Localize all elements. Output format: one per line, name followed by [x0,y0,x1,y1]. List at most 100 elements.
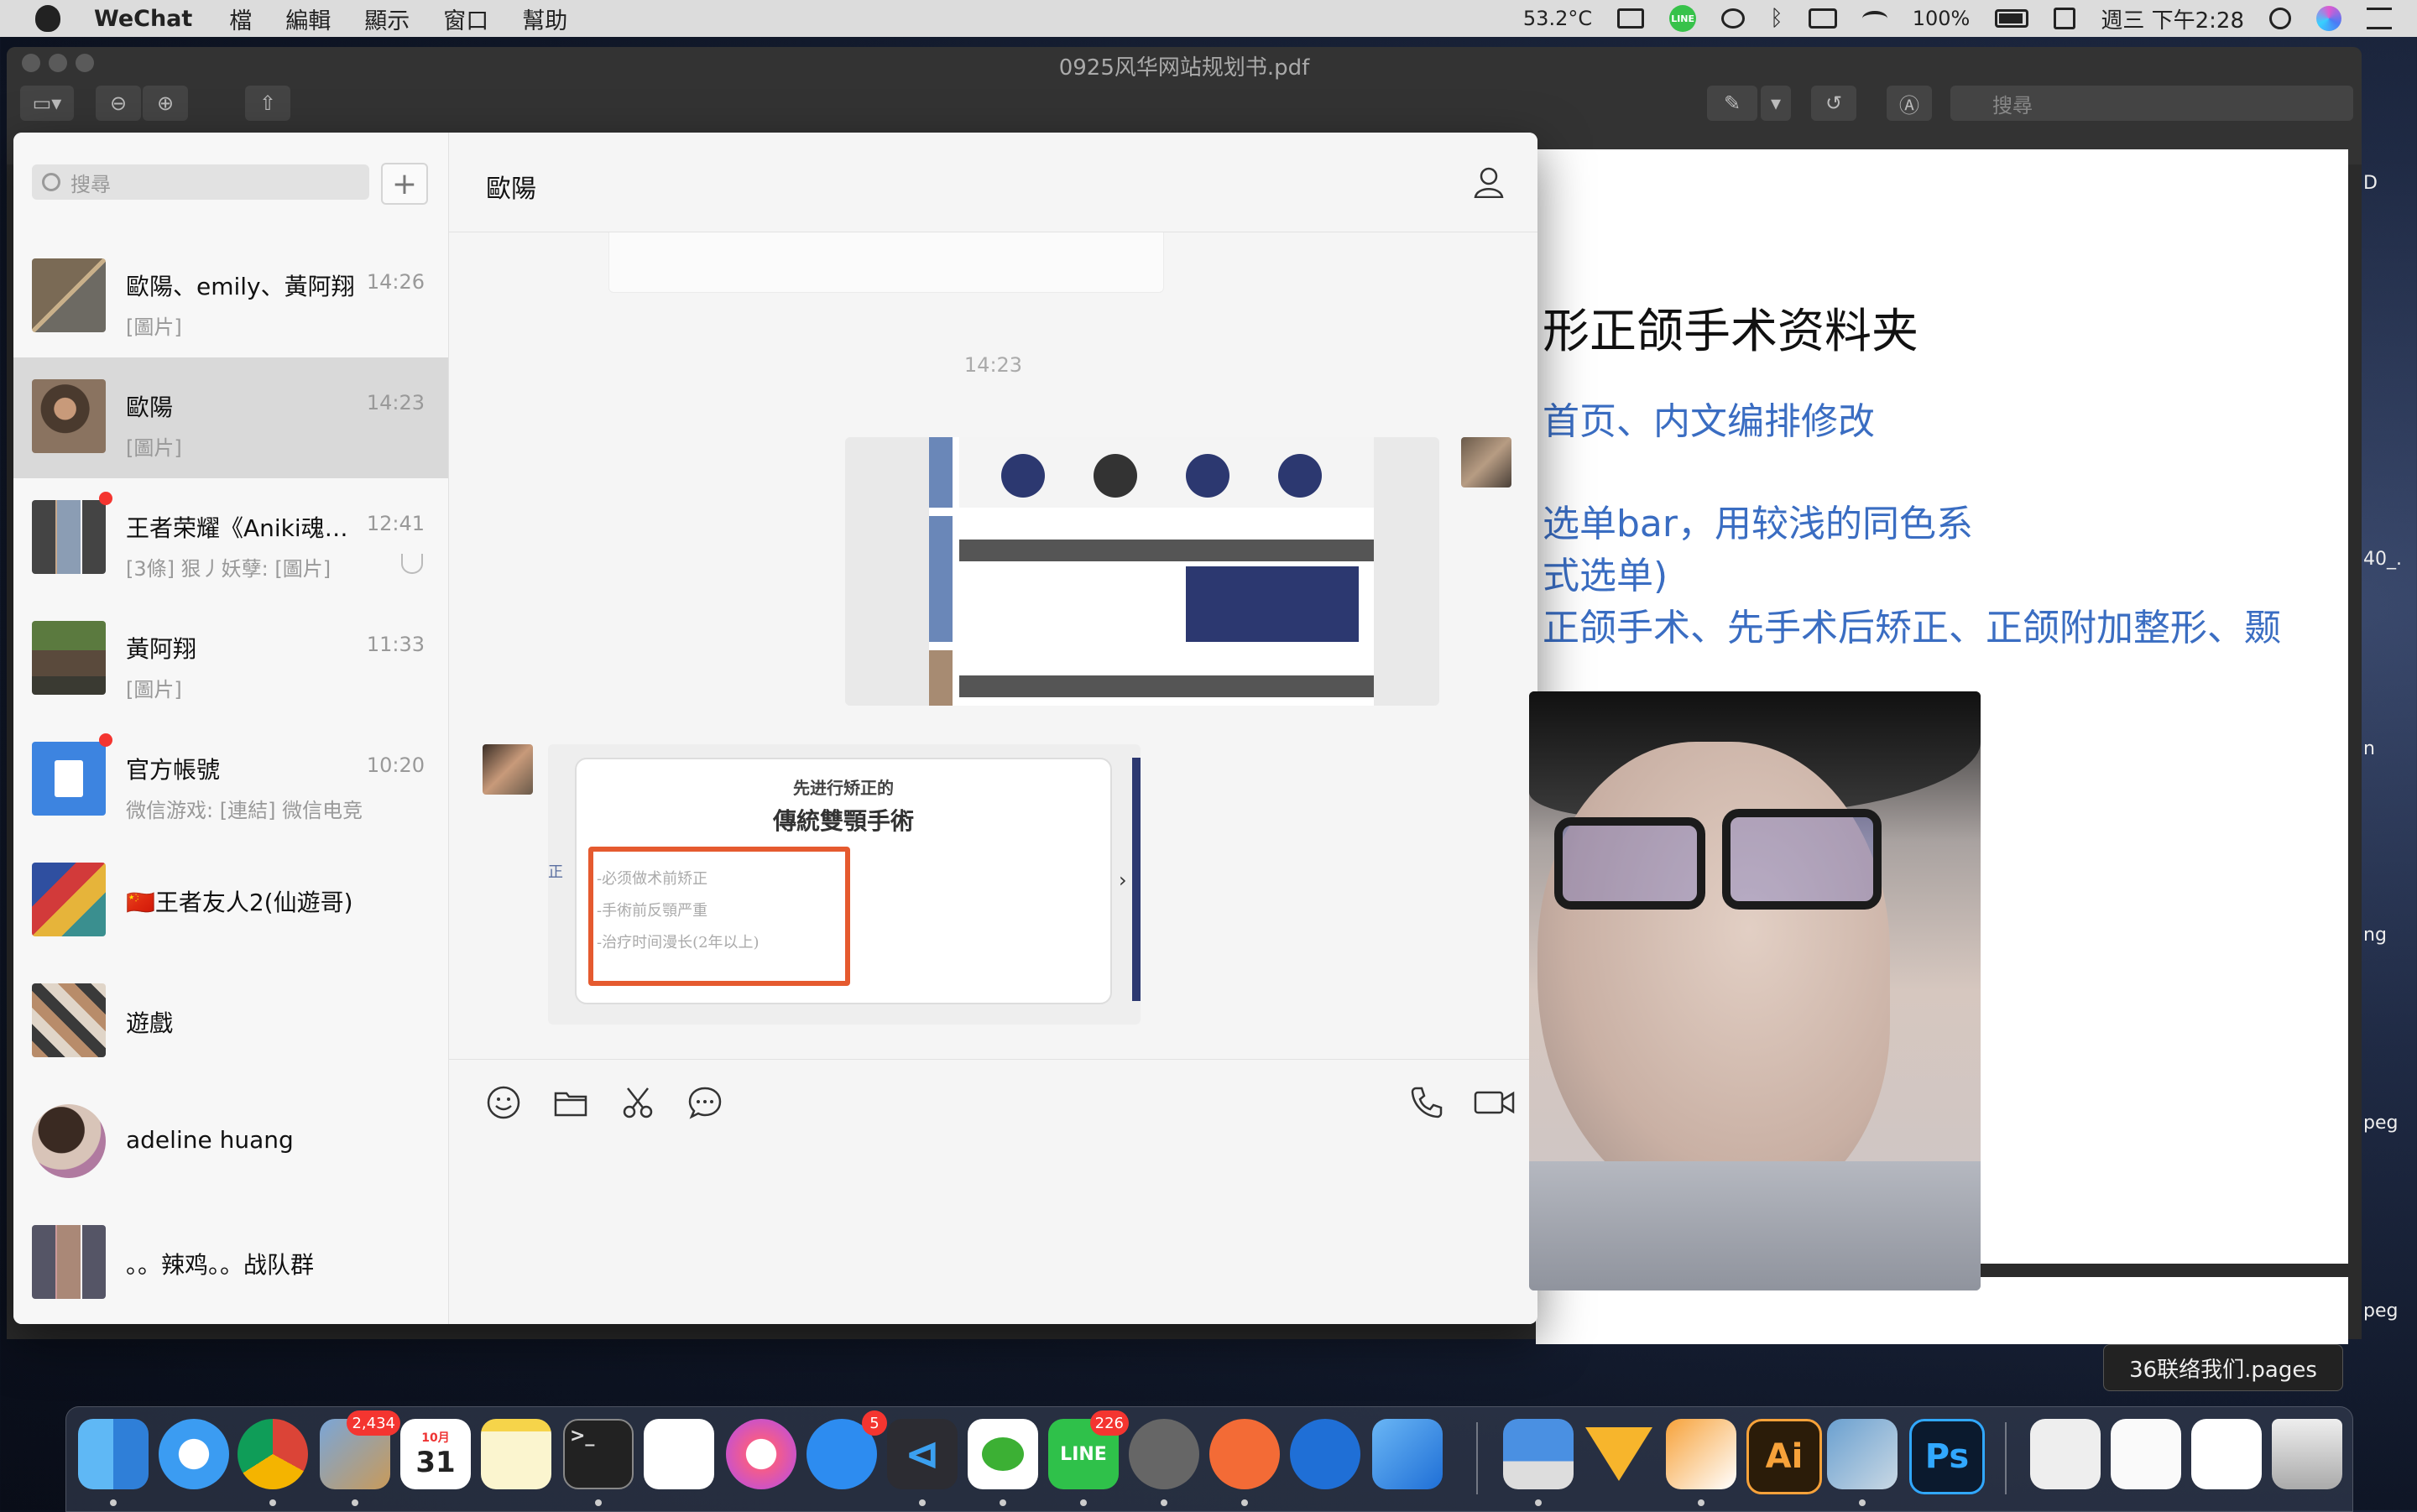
bluetooth-icon[interactable]: ᛒ [1770,6,1783,31]
chat-list-item[interactable]: 歐陽、emily、黃阿翔 14:26 [圖片] [13,237,448,357]
chat-list-item[interactable]: 。。辣鸡。。战队群 [13,1203,448,1324]
app-menu-wechat[interactable]: WeChat [94,6,192,32]
dock-separator [2005,1422,2007,1494]
pages-icon[interactable] [1666,1419,1736,1489]
spotlight-icon[interactable] [2269,8,2291,29]
illustrator-icon[interactable]: Ai [1746,1419,1822,1494]
pages-document-icon[interactable] [2191,1419,2262,1489]
sequel-pro-icon[interactable] [1129,1419,1199,1489]
official-account-icon [32,742,106,816]
emoji-icon[interactable] [486,1085,521,1120]
downloads-stack-icon[interactable] [2030,1419,2101,1489]
share-button[interactable]: ⇧ [245,86,290,121]
mail-badge: 2,434 [347,1410,400,1436]
keyboard-icon[interactable] [1808,8,1837,29]
keynote-icon[interactable] [1503,1419,1574,1489]
phone-call-icon[interactable] [1409,1085,1444,1120]
video-call-icon[interactable] [1473,1085,1516,1120]
clock[interactable]: 週三 下午2:28 [2101,3,2244,34]
menu-file[interactable]: 檔 [229,3,252,35]
running-indicator [1859,1499,1866,1506]
previous-message-card [608,232,1164,293]
my-avatar[interactable] [1461,437,1511,487]
chrome-icon[interactable] [238,1419,308,1489]
desktop-file-label[interactable]: 40_. [2363,549,2402,570]
menu-window[interactable]: 窗口 [443,3,488,35]
chat-list-item[interactable]: 🇨🇳王者友人2(仙遊哥) [13,841,448,962]
battery-icon[interactable] [1995,9,2029,28]
menu-edit[interactable]: 編輯 [285,3,331,35]
line-status-icon[interactable]: LINE [1669,5,1697,32]
desktop-file-label[interactable]: peg [2363,1301,2398,1322]
rotate-button[interactable]: ↺ [1811,86,1856,121]
calendar-icon[interactable]: 10月 31 [400,1419,471,1489]
video-call-window[interactable] [1529,691,1981,1290]
input-method-icon[interactable] [2054,8,2076,29]
chat-list-item[interactable]: 遊戲 [13,962,448,1082]
message-composer[interactable] [449,1059,1537,1324]
chat-list-item[interactable]: 王者荣耀《Aniki魂… 12:41 [3條] 狠丿妖孽: [圖片] [13,478,448,599]
group-avatar [32,258,106,332]
wechat-status-icon[interactable] [1721,8,1746,29]
scissors-icon[interactable] [620,1085,655,1120]
chat-name: 黃阿翔 [126,635,197,663]
video-hoodie [1529,1161,1981,1290]
chat-bubble-icon[interactable] [687,1085,723,1120]
contact-avatar[interactable] [483,744,533,795]
trash-icon[interactable] [2272,1419,2342,1489]
chat-search-input[interactable]: 搜尋 [32,164,369,200]
chat-list-item[interactable]: 歐陽 14:23 [圖片] [13,357,448,478]
preview-app-icon[interactable] [1827,1419,1898,1489]
chat-preview: 微信游戏: [連結] 微信电竞 [126,799,363,822]
markup-pen-button[interactable]: ✎ [1707,86,1757,121]
contact-avatar [32,1104,106,1178]
message-area[interactable]: 14:23 先进行矫正的 傳統雙顎手術 -必须做术前矫正 -手術前反顎严重 -治… [449,232,1537,1059]
app-store-icon[interactable]: 5 [807,1410,887,1489]
sidebar-toggle-button[interactable]: ▭▾ [20,86,74,121]
image-message[interactable] [845,437,1439,706]
preview-search-input[interactable]: 搜尋 [1950,86,2353,121]
add-chat-button[interactable]: + [381,163,428,205]
menu-view[interactable]: 顯示 [364,3,410,35]
finder-icon[interactable] [78,1419,149,1489]
wechat-icon[interactable] [968,1419,1038,1489]
chat-name: 🇨🇳王者友人2(仙遊哥) [126,889,353,916]
sketch-icon[interactable] [1584,1419,1654,1489]
image-message[interactable]: 先进行矫正的 傳統雙顎手術 -必须做术前矫正 -手術前反顎严重 -治疗时间漫长(… [548,744,1141,1025]
photoshop-icon[interactable]: Ps [1909,1419,1985,1494]
profile-icon[interactable] [1474,166,1504,198]
desktop-file-label[interactable]: peg [2363,1113,2398,1134]
markup-dropdown-button[interactable]: ▾ [1761,86,1791,121]
menu-help[interactable]: 幫助 [522,3,567,35]
chat-list-item[interactable]: 官方帳號 10:20 微信游戏: [連結] 微信电竞 [13,720,448,841]
terminal-icon[interactable]: >_ [563,1419,634,1489]
document-stack-icon[interactable] [2111,1419,2181,1489]
siri-icon[interactable] [2316,6,2341,31]
apple-menu-icon[interactable] [35,5,60,32]
wifi-icon[interactable] [1861,11,1887,26]
desktop-file-label[interactable]: ng [2363,925,2387,946]
mail-icon[interactable]: 2,434 [320,1410,400,1489]
notes-icon[interactable] [481,1419,551,1489]
sourcetree-icon[interactable] [1290,1419,1360,1489]
itunes-icon[interactable] [726,1419,796,1489]
line-icon[interactable]: LINE 226 [1048,1410,1129,1489]
zoom-in-button[interactable]: ⊕ [143,86,188,121]
reminders-icon[interactable] [644,1419,714,1489]
display-icon[interactable] [1617,8,1645,29]
cpu-temperature[interactable]: 53.2°C [1523,7,1592,30]
chat-list-item[interactable]: adeline huang [13,1082,448,1203]
annotate-button[interactable]: Ⓐ [1887,86,1932,121]
folder-icon[interactable] [553,1085,588,1120]
postman-icon[interactable] [1209,1419,1280,1489]
safari-icon[interactable] [159,1419,229,1489]
xcode-icon[interactable] [1372,1419,1443,1489]
notification-center-icon[interactable] [2367,8,2392,29]
zoom-out-button[interactable]: ⊖ [96,86,141,121]
desktop-file-label[interactable]: n [2363,738,2375,759]
battery-percent[interactable]: 100% [1913,7,1971,30]
dock: 2,434 10月 31 >_ 5 ⊲ LINE 226 Ai Ps [65,1406,2353,1512]
desktop-file-label[interactable]: D [2363,173,2378,194]
chat-list-item[interactable]: 黃阿翔 11:33 [圖片] [13,599,448,720]
vscode-icon[interactable]: ⊲ [887,1419,958,1489]
